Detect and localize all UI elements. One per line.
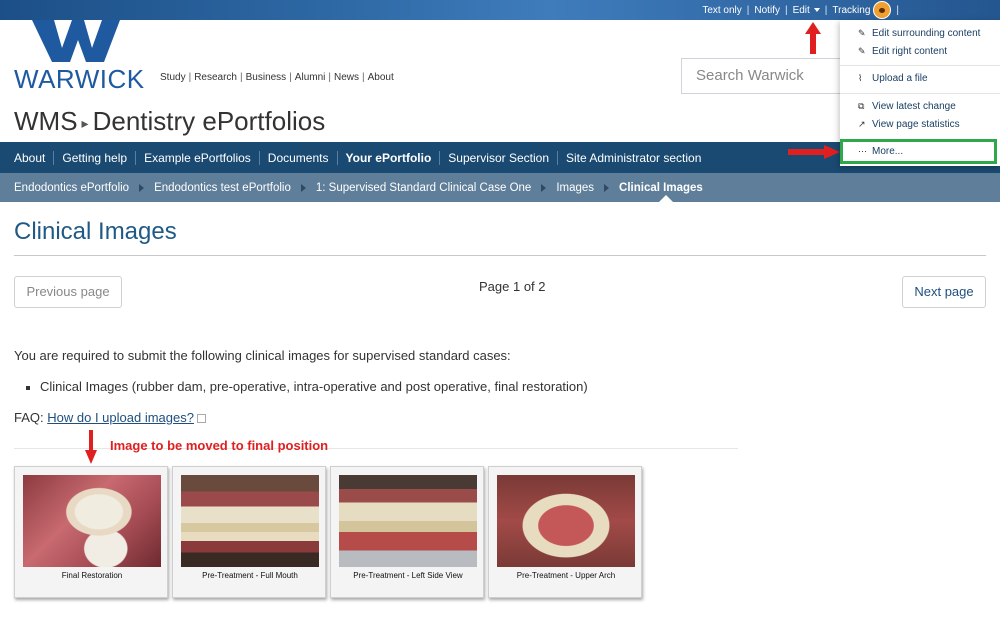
utility-links: Text only | Notify | Edit | Tracking | [702,0,904,20]
clinical-photo [181,475,319,567]
gallery-thumbnail[interactable]: Pre-Treatment - Full Mouth [172,466,326,598]
topnav-news[interactable]: News [334,72,359,83]
separator: | [328,72,331,83]
separator: | [746,4,750,16]
red-arrow-right-icon [788,145,840,159]
separator: | [896,4,899,16]
clinical-photo [339,475,477,567]
menu-divider [840,65,1000,66]
nav-example-eportfolios[interactable]: Example ePortfolios [136,150,260,165]
page-indicator: Page 1 of 2 [479,279,546,294]
site-title-name: Dentistry ePortfolios [92,106,326,136]
red-arrow-down-icon [85,430,97,464]
topnav-research[interactable]: Research [194,72,237,83]
menu-item-view-latest-change[interactable]: ⧉ View latest change [858,101,956,112]
menu-item-upload-a-file[interactable]: ⌇ Upload a file [858,73,928,84]
topnav-study[interactable]: Study [160,72,186,83]
menu-item-label: More... [872,146,904,157]
separator: | [824,4,828,16]
breadcrumb: Endodontics ePortfolio Endodontics test … [0,173,1000,202]
paw-icon [873,1,892,19]
nav-getting-help[interactable]: Getting help [54,150,137,165]
clinical-photo [497,475,635,567]
pencil-icon: ✎ [858,46,866,56]
topnav-alumni[interactable]: Alumni [295,72,326,83]
menu-item-edit-right-content[interactable]: ✎ Edit right content [858,46,947,57]
nav-your-eportfolio[interactable]: Your ePortfolio [338,150,441,165]
menu-item-view-page-statistics[interactable]: ↗ View page statistics [858,119,960,130]
menu-item-more[interactable]: ⋯ More... [858,146,903,157]
breadcrumb-notch [659,195,673,202]
top-nav: Study | Research | Business | Alumni | News | Abou… [160,72,394,83]
gallery-thumbnail[interactable]: Pre-Treatment - Upper Arch [488,466,642,598]
menu-item-label: Edit right content [872,46,948,57]
breadcrumb-separator-icon [300,183,306,192]
menu-item-label: Edit surrounding content [872,28,981,39]
gallery-thumbnail[interactable]: Pre-Treatment - Left Side View [330,466,484,598]
red-arrow-up-icon [805,22,821,54]
site-title-prefix: WMS [14,106,78,136]
breadcrumb-separator-icon [604,183,610,192]
breadcrumb-item[interactable]: Endodontics test ePortfolio [154,182,291,194]
separator: | [289,72,292,83]
menu-divider [840,93,1000,94]
text-only-link[interactable]: Text only [702,5,741,16]
external-link-icon [196,414,206,424]
caret-down-icon [813,7,820,12]
breadcrumb-current: Clinical Images [619,181,703,194]
chart-icon: ↗ [858,119,866,129]
history-icon: ⧉ [858,101,865,111]
intro-text: You are required to submit the following… [14,348,511,363]
topnav-about[interactable]: About [368,72,394,83]
nav-supervisor-section[interactable]: Supervisor Section [440,150,558,165]
logo-wordmark: WARWICK [14,64,145,94]
annotation-text: Image to be moved to final position [110,438,329,453]
nav-site-administrator-section[interactable]: Site Administrator section [558,151,709,165]
tracking-label: Tracking [832,4,871,16]
list-item: Clinical Images (rubber dam, pre-operati… [26,379,588,394]
menu-item-label: View latest change [872,101,956,112]
triangle-right-icon: ▸ [81,114,89,131]
nav-documents[interactable]: Documents [260,150,338,165]
nav-about[interactable]: About [14,150,55,165]
breadcrumb-separator-icon [541,183,547,192]
menu-item-label: View page statistics [872,119,960,130]
breadcrumb-item[interactable]: 1: Supervised Standard Clinical Case One [316,182,531,194]
tracking-link[interactable]: Tracking [832,1,892,19]
previous-page-button[interactable]: Previous page [14,276,122,308]
paperclip-icon: ⌇ [858,73,863,83]
thumbnail-caption: Pre-Treatment - Full Mouth [202,571,298,580]
utility-bar: Text only | Notify | Edit | Tracking | [0,0,1000,20]
edit-label: Edit [792,4,810,16]
thumbnail-caption: Pre-Treatment - Left Side View [353,571,463,580]
breadcrumb-item[interactable]: Images [556,182,594,194]
faq-prefix: FAQ: [14,410,44,425]
pencil-icon: ✎ [858,28,866,38]
notify-link[interactable]: Notify [754,5,780,16]
menu-item-more-highlight: ⋯ More... [840,139,997,164]
thumbnail-caption: Final Restoration [61,571,123,580]
next-page-button[interactable]: Next page [902,276,986,308]
bullet-icon [26,385,30,390]
breadcrumb-separator-icon [139,183,145,192]
faq-line: FAQ: How do I upload images? [14,410,206,425]
separator: | [784,4,788,16]
site-title[interactable]: WMS ▸ Dentistry ePortfolios [14,106,325,137]
thumbnail-caption: Pre-Treatment - Upper Arch [516,571,616,580]
page-title: Clinical Images [14,218,177,245]
edit-menu-toggle[interactable]: Edit [793,5,820,16]
clinical-photo [23,475,161,567]
breadcrumb-item[interactable]: Endodontics ePortfolio [14,182,129,194]
separator: | [188,72,192,83]
faq-upload-images-link[interactable]: How do I upload images? [47,410,194,425]
topnav-business[interactable]: Business [246,72,287,83]
menu-item-label: Upload a file [872,73,928,84]
separator: | [362,72,365,83]
ellipsis-icon: ⋯ [858,146,867,156]
divider [14,255,986,256]
gallery-thumbnail[interactable]: Final Restoration [14,466,168,598]
separator: | [240,72,243,83]
menu-item-edit-surrounding-content[interactable]: ✎ Edit surrounding content [858,28,980,39]
list-item-text: Clinical Images (rubber dam, pre-operati… [40,379,588,394]
